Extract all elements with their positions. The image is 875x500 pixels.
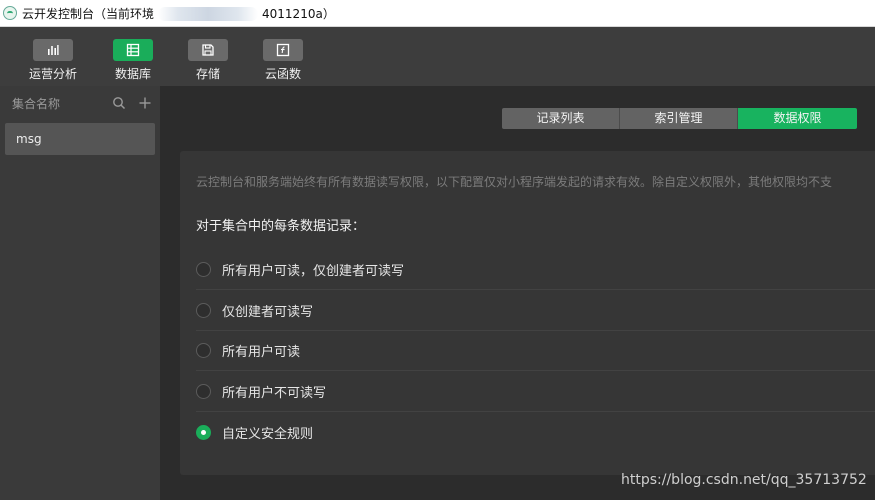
tab-data-permissions[interactable]: 数据权限 [738, 108, 857, 129]
collection-sidebar: 集合名称 msg [0, 86, 160, 500]
database-icon [113, 39, 153, 61]
tab-bar: 记录列表 索引管理 数据权限 [502, 108, 857, 129]
window-title-prefix: 云开发控制台（当前环境 [22, 6, 155, 21]
add-collection-button[interactable] [134, 92, 156, 114]
radio-button[interactable] [196, 303, 211, 318]
permissions-subheading: 对于集合中的每条数据记录： [196, 219, 366, 234]
permission-option-public-read[interactable]: 所有用户可读 [196, 331, 875, 371]
toolbar-item-analytics[interactable]: 运营分析 [18, 39, 88, 83]
save-icon [188, 39, 228, 61]
collection-item-msg[interactable]: msg [5, 123, 155, 155]
permission-option-no-access[interactable]: 所有用户不可读写 [196, 372, 875, 412]
tab-index-management[interactable]: 索引管理 [620, 108, 738, 129]
redacted-env-id [158, 7, 259, 21]
radio-button[interactable] [196, 262, 211, 277]
toolbar-label: 存储 [195, 67, 220, 81]
permission-option-label: 仅创建者可读写 [222, 305, 314, 320]
radio-button[interactable] [196, 384, 211, 399]
window-title: 云开发控制台（当前环境 4011210a） [22, 5, 335, 22]
collection-item-label: msg [16, 132, 42, 146]
plus-icon [139, 97, 151, 109]
main-toolbar: 运营分析 数据库 存储 云函数 [0, 27, 875, 86]
toolbar-item-storage[interactable]: 存储 [173, 39, 243, 83]
main-content: 记录列表 索引管理 数据权限 云控制台和服务端始终有所有数据读写权限，以下配置仅… [160, 86, 875, 500]
watermark-text: https://blog.csdn.net/qq_35713752 [621, 472, 867, 488]
permission-option-public-read-creator-write[interactable]: 所有用户可读，仅创建者可读写 [196, 250, 875, 290]
toolbar-label: 云函数 [264, 67, 301, 81]
permission-option-label: 自定义安全规则 [222, 426, 314, 442]
permissions-note: 云控制台和服务端始终有所有数据读写权限，以下配置仅对小程序端发起的请求有效。除自… [196, 175, 833, 189]
function-icon [263, 39, 303, 61]
search-icon [113, 97, 126, 110]
app-logo-icon [3, 6, 17, 20]
tab-record-list[interactable]: 记录列表 [502, 108, 620, 129]
search-collection-button[interactable] [108, 92, 130, 114]
permission-option-label: 所有用户可读 [222, 345, 301, 360]
radio-button[interactable] [196, 343, 211, 358]
window-title-bar: 云开发控制台（当前环境 4011210a） [0, 0, 875, 27]
permission-option-custom-rules[interactable]: 自定义安全规则 [196, 412, 875, 452]
toolbar-label: 数据库 [114, 67, 151, 81]
sidebar-header-label: 集合名称 [12, 96, 61, 111]
toolbar-label: 运营分析 [28, 67, 77, 81]
bar-chart-icon [33, 39, 73, 61]
permission-option-label: 所有用户不可读写 [222, 386, 327, 401]
toolbar-item-cloud-function[interactable]: 云函数 [248, 39, 318, 83]
sidebar-header: 集合名称 [0, 86, 160, 120]
permissions-panel: 云控制台和服务端始终有所有数据读写权限，以下配置仅对小程序端发起的请求有效。除自… [180, 151, 875, 475]
toolbar-item-database[interactable]: 数据库 [98, 39, 168, 83]
radio-button-selected[interactable] [196, 424, 211, 440]
window-title-suffix: 4011210a） [262, 6, 335, 21]
permission-option-creator-only[interactable]: 仅创建者可读写 [196, 291, 875, 331]
permission-option-label: 所有用户可读，仅创建者可读写 [222, 264, 405, 279]
